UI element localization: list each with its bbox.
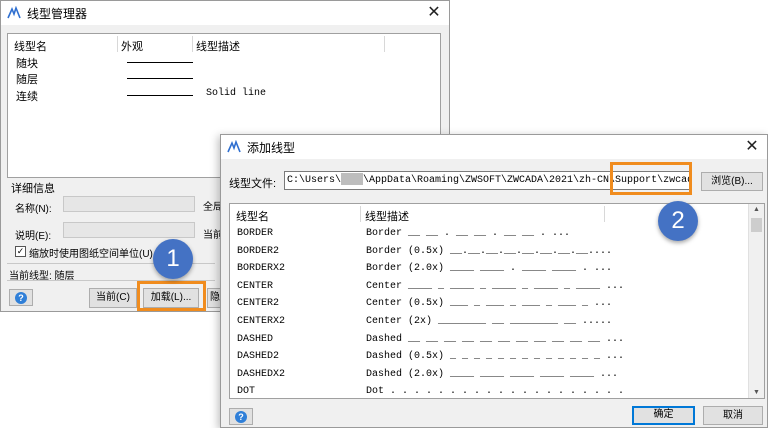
description-field[interactable] [63,222,195,238]
set-current-button[interactable]: 当前(C) [89,288,137,308]
step-badge-1: 1 [153,239,193,279]
vertical-scrollbar[interactable]: ▲ ▼ [748,204,764,398]
linetype-file-label: 线型文件: [229,178,277,190]
step-badge-2: 2 [658,201,698,241]
linetype-preview [127,62,193,63]
name-field[interactable] [63,196,195,212]
linetype-row[interactable]: BORDER2 Border (0.5x) __.__.__.__.__.__._… [237,246,747,263]
linetype-row[interactable]: DASHEDX2 Dashed (2.0x) ____ ____ ____ ___… [237,369,747,386]
title-bar: 添加线型 ✕ [221,135,767,159]
dialog-title: 线型管理器 [27,6,88,21]
column-divider [360,206,361,222]
linetype-name: DASHED2 [237,351,280,363]
column-header-name[interactable]: 线型名 [14,38,47,54]
linetype-description: Border __ __ . __ __ . __ __ . ... [366,228,571,239]
browse-button[interactable]: 浏览(B)... [701,172,763,191]
linetype-name: 连续 [16,91,38,103]
linetype-description: Border (0.5x) __.__.__.__.__.__.__.__...… [366,245,613,257]
linetype-description: Dashed __ __ __ __ __ __ __ __ __ __ __ … [366,333,625,345]
column-divider [117,36,118,52]
help-icon: ? [15,291,27,304]
linetype-row[interactable]: CENTER2 Center (0.5x) ___ _ ___ _ ___ _ _… [237,298,747,315]
linetype-name: BORDERX2 [237,263,286,275]
help-button[interactable]: ? [229,408,253,425]
column-divider [384,36,385,52]
close-icon[interactable]: ✕ [743,138,761,156]
description-label: 说明(E): [15,231,52,242]
column-divider [192,36,193,52]
name-label: 名称(N): [15,204,52,215]
linetype-name: DOT [237,386,256,398]
linetype-row[interactable]: CENTER Center ____ _ ____ _ ____ _ ____ _… [237,281,747,298]
linetype-name: 随块 [16,58,38,70]
linetype-name: 随层 [16,74,38,86]
linetype-name: BORDER [237,228,274,239]
linetype-preview [127,95,193,96]
linetype-description: Dashed (0.5x) _ _ _ _ _ _ _ _ _ _ _ _ _ … [366,351,625,363]
details-group-label: 详细信息 [11,183,55,195]
linetype-description: Dashed (2.0x) ____ ____ ____ ____ ____ .… [366,368,619,380]
zwcad-app-icon [7,6,21,19]
scroll-up-icon[interactable]: ▲ [753,206,760,213]
linetype-row[interactable]: DASHED2 Dashed (0.5x) _ _ _ _ _ _ _ _ _ _… [237,351,747,368]
checkbox-label: 缩放时使用图纸空间单位(U) [29,249,153,260]
column-divider [604,206,605,222]
help-icon: ? [235,410,247,423]
redacted-username [341,173,364,186]
linetype-row[interactable]: DASHED Dashed __ __ __ __ __ __ __ __ __ … [237,334,747,351]
file-path-prefix: C:\Users\ [287,175,342,186]
column-header-description[interactable]: 线型描述 [196,38,240,54]
linetype-description: Dot . . . . . . . . . . . . . . . . . . … [366,386,625,398]
paper-space-units-checkbox[interactable]: ✓ [15,246,26,257]
linetype-name: CENTERX2 [237,316,286,327]
linetype-description: Solid line [206,88,267,99]
linetype-name: DASHED [237,333,274,345]
list-item[interactable]: 连续 Solid line [16,88,436,104]
linetype-description: Center (0.5x) ___ _ ___ _ ___ _ ___ _ ..… [366,298,613,310]
cancel-button[interactable]: 取消 [703,406,763,425]
linetype-row[interactable]: CENTERX2 Center (2x) ________ __ ________… [237,316,747,333]
list-item[interactable]: 随层 [16,71,436,87]
linetype-row[interactable]: BORDERX2 Border (2.0x) ____ ____ . ____ _… [237,263,747,280]
zwcad-app-icon [227,140,241,153]
linetype-description: Border (2.0x) ____ ____ . ____ ____ . ..… [366,263,613,275]
scroll-thumb[interactable] [751,218,762,232]
linetype-preview [127,78,193,79]
linetype-name: CENTER [237,280,274,292]
column-header-description[interactable]: 线型描述 [365,208,409,224]
linetype-name: DASHEDX2 [237,368,286,380]
ok-button[interactable]: 确定 [632,406,695,425]
linetype-description: Center (2x) ________ __ ________ __ ....… [366,316,613,327]
column-header-appearance[interactable]: 外观 [121,38,143,54]
linetype-name: CENTER2 [237,298,280,310]
close-icon[interactable]: ✕ [425,4,443,22]
linetype-name: BORDER2 [237,245,280,257]
load-button-highlight [137,281,206,311]
file-name-highlight [610,162,692,195]
linetype-description: Center ____ _ ____ _ ____ _ ____ _ ____ … [366,280,625,292]
dialog-title: 添加线型 [247,140,296,155]
help-button[interactable]: ? [9,289,33,306]
list-item[interactable]: 随块 [16,55,436,71]
title-bar: 线型管理器 ✕ [1,1,449,25]
column-header-name[interactable]: 线型名 [236,208,269,224]
scroll-down-icon[interactable]: ▼ [753,389,760,396]
linetype-row[interactable]: DOT Dot . . . . . . . . . . . . . . . . .… [237,386,747,398]
